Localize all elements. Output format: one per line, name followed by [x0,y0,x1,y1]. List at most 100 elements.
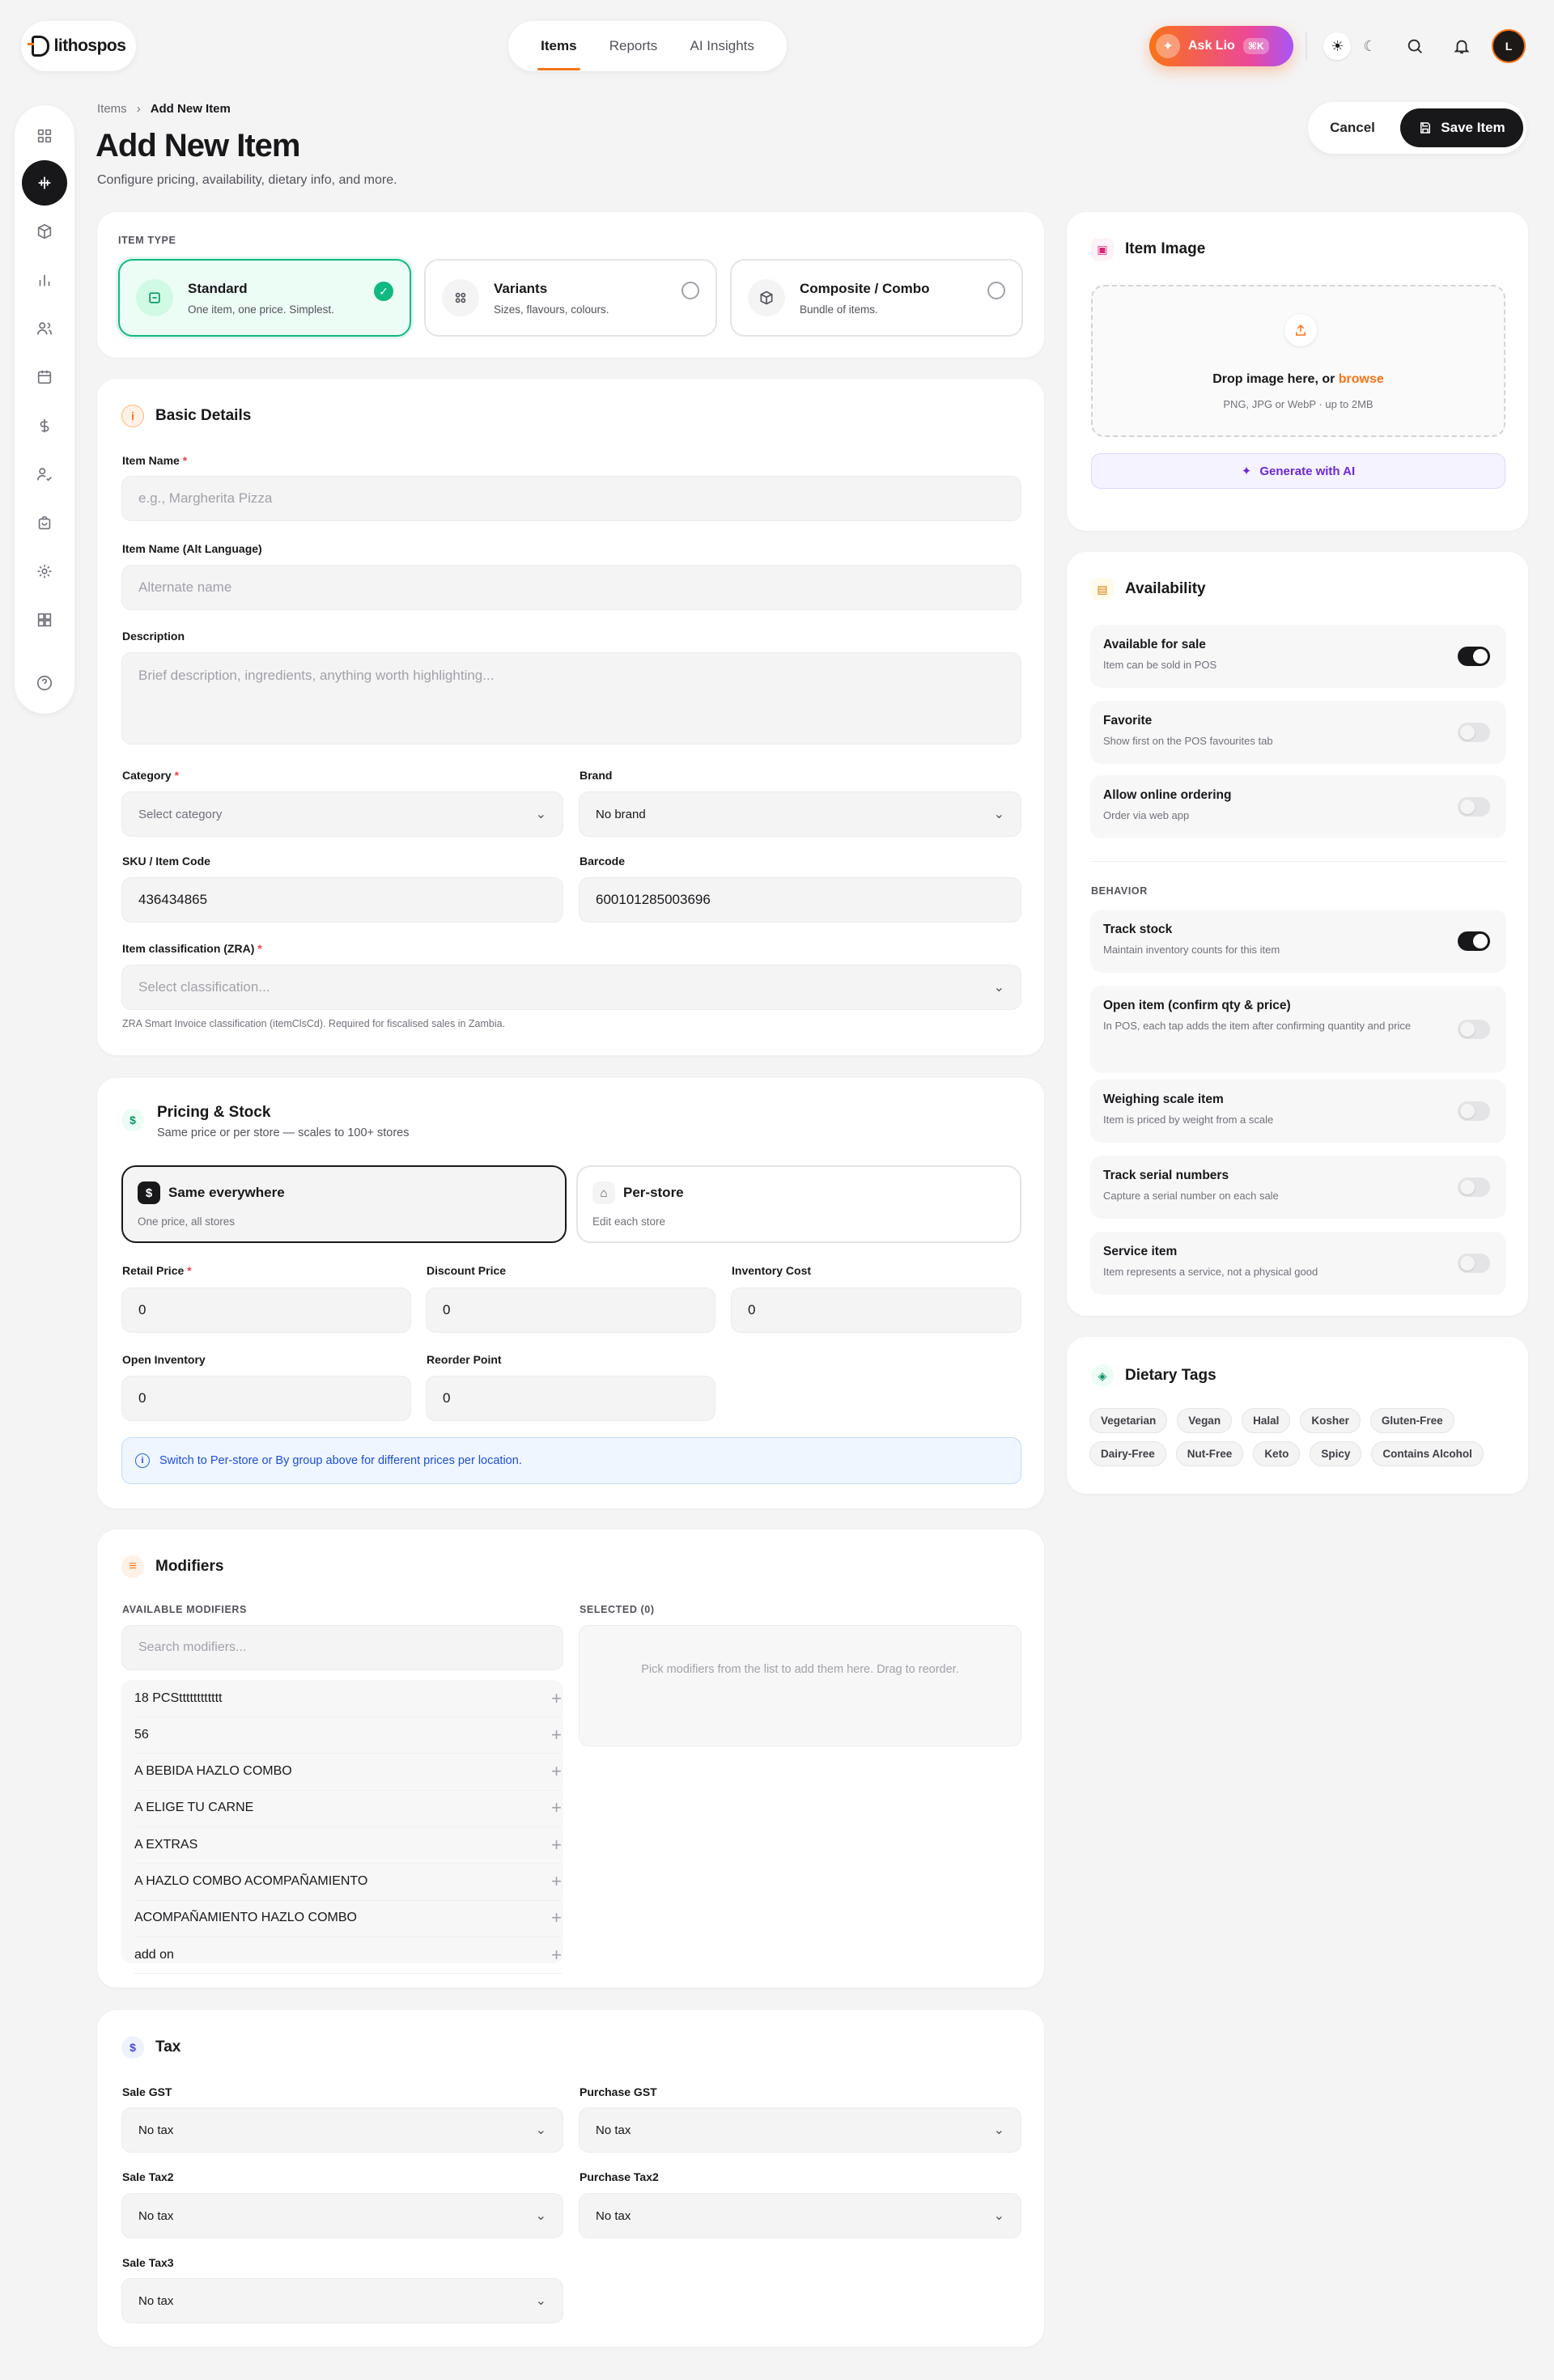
dietary-tag-chip[interactable]: Kosher [1300,1408,1361,1433]
bell-icon[interactable] [1446,30,1478,62]
apps-icon[interactable] [22,597,67,643]
brand-select[interactable]: No brand ⌄ [579,791,1021,837]
pricing-mode-same[interactable]: $ Same everywhere One price, all stores [121,1165,567,1243]
sale-tax3-select[interactable]: No tax ⌄ [121,2278,563,2323]
dashboard-icon[interactable] [22,113,67,159]
item-name-input[interactable]: e.g., Margherita Pizza [121,476,1021,521]
cancel-button[interactable]: Cancel [1316,108,1389,147]
plus-icon[interactable]: + [551,1835,562,1856]
save-icon [1420,122,1431,134]
dietary-tag-chip[interactable]: Contains Alcohol [1371,1441,1484,1466]
items-icon[interactable] [22,160,67,206]
zra-select[interactable]: Select classification... ⌄ [121,965,1021,1010]
dietary-tag-chip[interactable]: Spicy [1310,1441,1362,1466]
theme-switch[interactable]: ☀ ☾ [1318,28,1382,65]
toggle-switch[interactable] [1458,1101,1490,1121]
inventory-cost-input[interactable]: 0 [731,1288,1021,1333]
type-option-standard[interactable]: Standard One item, one price. Simplest. ✓ [118,259,411,337]
sun-icon[interactable]: ☀ [1323,32,1352,60]
retail-price-input[interactable]: 0 [121,1288,411,1333]
modifier-row[interactable]: add on + [134,1937,562,1975]
dollar-icon[interactable] [22,403,67,448]
radio-button[interactable] [681,282,699,299]
tab-items[interactable]: Items [534,33,583,70]
dietary-tag-chip[interactable]: Nut-Free [1175,1441,1244,1466]
purchase-gst-select[interactable]: No tax ⌄ [579,2107,1021,2153]
dietary-tag-chip[interactable]: Vegan [1177,1408,1233,1433]
users-icon[interactable] [22,306,67,351]
calendar-icon[interactable] [22,354,67,400]
open-inventory-label: Open Inventory [122,1353,206,1366]
toggle-switch[interactable] [1458,647,1490,666]
toggle-desc: Item is priced by weight from a scale [1103,1114,1274,1126]
section-title: Item Image [1125,240,1206,257]
tab-reports[interactable]: Reports [603,33,664,59]
dietary-tag-chip[interactable]: Dairy-Free [1089,1441,1166,1466]
toggle-switch[interactable] [1458,1177,1490,1197]
alt-name-input[interactable]: Alternate name [121,565,1021,610]
plus-icon[interactable]: + [551,1945,562,1966]
dietary-tag-chip[interactable]: Keto [1253,1441,1301,1466]
dietary-tag-chip[interactable]: Gluten-Free [1369,1408,1454,1433]
dietary-tag-chip[interactable]: Vegetarian [1089,1408,1168,1433]
image-dropzone[interactable]: Drop image here, or browse PNG, JPG or W… [1091,285,1505,437]
type-option-variants[interactable]: Variants Sizes, flavours, colours. [424,259,717,337]
toggle-switch[interactable] [1458,1254,1490,1273]
selected-modifiers-dropzone[interactable]: Pick modifiers from the list to add them… [579,1625,1021,1746]
modifier-row[interactable]: A ELIGE TU CARNE + [134,1790,562,1827]
avatar[interactable]: L [1492,29,1526,63]
search-icon[interactable] [1399,30,1431,62]
dropzone-text: Drop image here, or browse [1212,372,1384,386]
toggle-title: Open item (confirm qty & price) [1103,999,1291,1012]
category-select[interactable]: Select category ⌄ [121,791,563,837]
generate-ai-button[interactable]: ✦ Generate with AI [1091,453,1505,489]
save-item-button[interactable]: Save Item [1400,108,1523,147]
discount-price-input[interactable]: 0 [426,1288,715,1333]
open-inventory-input[interactable]: 0 [121,1376,411,1421]
ask-lio-button[interactable]: ✦ Ask Lio ⌘K [1149,26,1293,66]
bar-chart-icon[interactable] [22,257,67,303]
plus-icon[interactable]: + [551,1688,562,1709]
reorder-point-input[interactable]: 0 [426,1376,715,1421]
barcode-input[interactable]: 600101285003696 [579,877,1021,923]
brand-logo[interactable]: lithospos [21,21,136,71]
plus-icon[interactable]: + [551,1907,562,1928]
description-textarea[interactable]: Brief description, ingredients, anything… [121,652,1021,745]
toggle-switch[interactable] [1458,931,1490,951]
toggle-switch[interactable] [1458,797,1490,817]
settings-icon[interactable] [22,549,67,594]
plus-icon[interactable]: + [551,1725,562,1746]
radio-button[interactable] [987,282,1005,299]
info-icon: i [135,1453,150,1468]
tab-ai-insights[interactable]: AI Insights [684,33,761,59]
modifier-row[interactable]: 18 PCStttttttttttt + [134,1680,562,1717]
modifier-search-input[interactable]: Search modifiers... [121,1625,563,1670]
sku-input[interactable]: 436434865 [121,877,563,923]
moon-icon[interactable]: ☾ [1363,38,1376,55]
toggle-switch[interactable] [1458,723,1490,742]
modifier-row[interactable]: A EXTRAS + [134,1826,562,1865]
bag-icon[interactable] [22,500,67,545]
browse-link[interactable]: browse [1339,372,1384,386]
plus-icon[interactable]: + [551,1797,562,1818]
plus-icon[interactable]: + [551,1871,562,1892]
user-check-icon[interactable] [22,452,67,497]
type-option-composite[interactable]: Composite / Combo Bundle of items. [730,259,1023,337]
toggle-switch[interactable] [1458,1020,1490,1039]
modifier-row[interactable]: A HAZLO COMBO ACOMPAÑAMIENTO + [134,1864,562,1901]
breadcrumb-parent[interactable]: Items [97,102,127,116]
purchase-tax2-select[interactable]: No tax ⌄ [579,2193,1021,2238]
select-value: No tax [596,2208,631,2223]
modifier-row[interactable]: 56 + [134,1716,562,1754]
reorder-point-label: Reorder Point [427,1353,502,1366]
section-title: Tax [155,2038,181,2055]
box-icon[interactable] [22,209,67,254]
dietary-tag-chip[interactable]: Halal [1242,1408,1291,1433]
help-icon[interactable] [22,660,67,706]
plus-icon[interactable]: + [551,1761,562,1782]
sale-gst-select[interactable]: No tax ⌄ [121,2107,563,2153]
pricing-mode-per-store[interactable]: ⌂ Per-store Edit each store [576,1165,1021,1243]
sale-tax2-select[interactable]: No tax ⌄ [121,2193,563,2238]
modifier-row[interactable]: A BEBIDA HAZLO COMBO + [134,1754,562,1791]
modifier-row[interactable]: ACOMPAÑAMIENTO HAZLO COMBO + [134,1900,562,1937]
